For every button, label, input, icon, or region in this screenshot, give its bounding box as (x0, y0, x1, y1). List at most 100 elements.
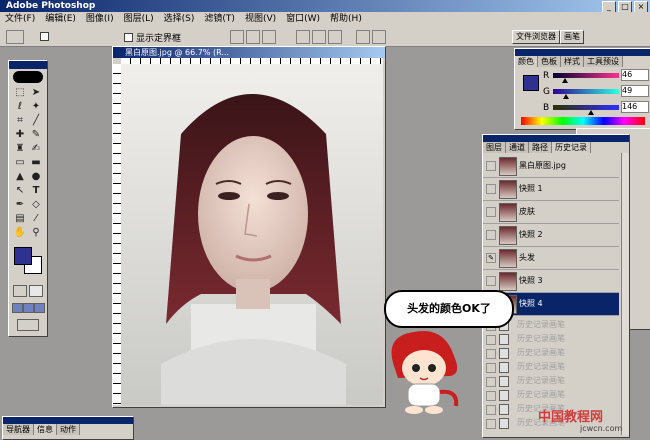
move-tool-icon[interactable]: ➤ (29, 87, 43, 99)
channel-g-slider[interactable] (553, 89, 619, 99)
quickmask-mode-icon[interactable] (29, 285, 43, 297)
crop-tool-icon[interactable]: ⌗ (13, 115, 27, 127)
slider-thumb-icon[interactable] (561, 78, 568, 83)
align-right-icon[interactable] (328, 30, 342, 44)
history-source-checkbox[interactable] (486, 349, 496, 359)
history-state[interactable]: 历史记录画笔 (483, 361, 619, 373)
channel-g-value[interactable]: 49 (621, 85, 649, 97)
tab-channels[interactable]: 通道 (506, 142, 529, 153)
history-snapshot[interactable]: 快照 2 (483, 224, 619, 247)
history-snapshot[interactable]: 快照 1 (483, 178, 619, 201)
brush-tool-icon[interactable]: ✎ (29, 129, 43, 141)
tab-navigator[interactable]: 导航器 (3, 424, 34, 435)
screen-mode-2-icon[interactable] (23, 303, 34, 313)
tab-actions[interactable]: 动作 (57, 424, 80, 435)
tab-info[interactable]: 信息 (34, 424, 57, 435)
align-bottom-icon[interactable] (262, 30, 276, 44)
history-snapshot[interactable]: 皮肤 (483, 201, 619, 224)
color-ramp[interactable] (521, 117, 645, 125)
history-source-checkbox[interactable] (486, 207, 496, 217)
history-scrollbar[interactable] (621, 153, 629, 435)
history-brush-source-icon[interactable]: ✎ (486, 253, 496, 263)
auto-select-checkbox[interactable] (40, 32, 49, 42)
jump-to-imageready-icon[interactable] (17, 319, 39, 331)
notes-tool-icon[interactable]: ▤ (13, 213, 27, 225)
history-source-checkbox[interactable] (486, 377, 496, 387)
tab-brushes[interactable]: 画笔 (560, 30, 584, 44)
menu-image[interactable]: 图像(I) (81, 12, 119, 26)
shape-tool-icon[interactable]: ◇ (29, 199, 43, 211)
history-state[interactable]: 历史记录画笔 (483, 389, 619, 401)
history-snapshot[interactable]: ✎ 头发 (483, 247, 619, 270)
eraser-tool-icon[interactable]: ▭ (13, 157, 27, 169)
slider-thumb-icon[interactable] (562, 94, 569, 99)
menu-layer[interactable]: 图层(L) (119, 12, 159, 26)
eyedropper-icon[interactable]: ⁄ (29, 213, 43, 225)
align-middle-icon[interactable] (246, 30, 260, 44)
type-tool-icon[interactable]: T (29, 185, 43, 197)
healing-brush-icon[interactable]: ✚ (13, 129, 27, 141)
hand-tool-icon[interactable]: ✋ (13, 227, 27, 239)
tab-tool-presets[interactable]: 工具预设 (584, 56, 623, 67)
tab-layers[interactable]: 图层 (483, 142, 506, 153)
foreground-color-swatch[interactable] (14, 247, 32, 265)
path-select-icon[interactable]: ↖ (13, 185, 27, 197)
show-bounds-option[interactable]: 显示定界框 (124, 31, 181, 44)
tab-swatches[interactable]: 色板 (538, 56, 561, 67)
history-state[interactable]: 历史记录画笔 (483, 347, 619, 359)
history-source-checkbox[interactable] (486, 391, 496, 401)
history-source-checkbox[interactable] (486, 363, 496, 373)
menu-edit[interactable]: 编辑(E) (40, 12, 81, 26)
screen-mode-1-icon[interactable] (12, 303, 23, 313)
menu-select[interactable]: 选择(S) (159, 12, 200, 26)
tab-file-browser[interactable]: 文件浏览器 (512, 30, 560, 44)
history-source-checkbox[interactable] (486, 335, 496, 345)
history-source-checkbox[interactable] (486, 230, 496, 240)
adobe-logo-icon[interactable] (13, 71, 43, 83)
slider-thumb-icon[interactable] (587, 110, 594, 115)
blur-tool-icon[interactable]: ▲ (13, 171, 27, 183)
align-left-icon[interactable] (296, 30, 310, 44)
align-center-icon[interactable] (312, 30, 326, 44)
zoom-tool-icon[interactable]: ⚲ (29, 227, 43, 239)
history-source-checkbox[interactable] (486, 419, 496, 429)
history-snapshot[interactable]: 快照 3 (483, 270, 619, 293)
channel-b-slider[interactable] (553, 105, 619, 115)
history-state[interactable]: 历史记录画笔 (483, 375, 619, 387)
standard-mode-icon[interactable] (13, 285, 27, 297)
lasso-tool-icon[interactable]: ℓ (13, 101, 27, 113)
tab-history[interactable]: 历史记录 (552, 142, 591, 153)
menu-window[interactable]: 窗口(W) (281, 12, 325, 26)
channel-r-value[interactable]: 46 (621, 69, 649, 81)
menu-view[interactable]: 视图(V) (240, 12, 281, 26)
history-source-checkbox[interactable] (486, 184, 496, 194)
history-source-checkbox[interactable] (486, 276, 496, 286)
tab-paths[interactable]: 路径 (529, 142, 552, 153)
dodge-tool-icon[interactable]: ● (29, 171, 43, 183)
tab-styles[interactable]: 样式 (561, 56, 584, 67)
image-canvas[interactable] (121, 64, 383, 405)
distribute-2-icon[interactable] (372, 30, 386, 44)
marquee-tool-icon[interactable]: ⬚ (13, 87, 27, 99)
slice-tool-icon[interactable]: ╱ (29, 115, 43, 127)
tab-color[interactable]: 颜色 (515, 56, 538, 67)
screen-mode-3-icon[interactable] (34, 303, 45, 313)
color-fg-swatch[interactable] (523, 75, 539, 91)
magic-wand-icon[interactable]: ✦ (29, 101, 43, 113)
menu-filter[interactable]: 滤镜(T) (199, 12, 240, 26)
tool-preset-icon[interactable] (6, 30, 24, 44)
pen-tool-icon[interactable]: ✒ (13, 199, 27, 211)
history-snapshot[interactable]: 黑白原图.jpg (483, 155, 619, 178)
history-state[interactable]: 历史记录画笔 (483, 333, 619, 345)
history-source-checkbox[interactable] (486, 161, 496, 171)
channel-r-slider[interactable] (553, 73, 619, 83)
channel-b-value[interactable]: 146 (621, 101, 649, 113)
distribute-icon[interactable] (356, 30, 370, 44)
menu-file[interactable]: 文件(F) (0, 12, 40, 26)
show-bounds-checkbox[interactable] (124, 33, 133, 42)
gradient-tool-icon[interactable]: ▬ (29, 157, 43, 169)
history-brush-icon[interactable]: ✍ (29, 143, 43, 155)
menu-help[interactable]: 帮助(H) (325, 12, 367, 26)
stamp-tool-icon[interactable]: ♜ (13, 143, 27, 155)
align-top-icon[interactable] (230, 30, 244, 44)
